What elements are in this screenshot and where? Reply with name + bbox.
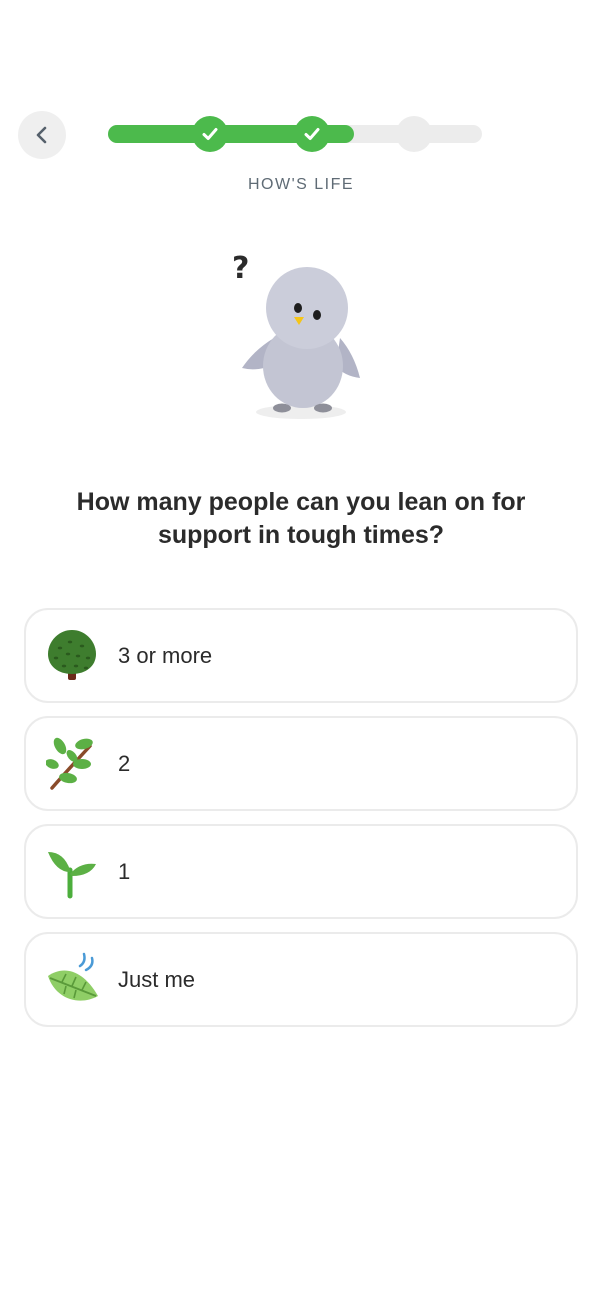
leaf-fluttering-icon: [44, 952, 100, 1008]
option-label: 2: [118, 750, 131, 776]
progress-step-2: [294, 116, 330, 152]
answer-options: 3 or more 2 1 Just me: [24, 608, 578, 1040]
progress-step-1: [192, 116, 228, 152]
chevron-left-icon: [36, 126, 47, 144]
option-just-me[interactable]: Just me: [24, 932, 578, 1027]
back-button[interactable]: [18, 111, 66, 159]
question-mark-glyph: ?: [232, 251, 249, 286]
tree-icon: [44, 628, 100, 684]
branch-icon: [44, 736, 100, 792]
option-label: 3 or more: [118, 642, 213, 668]
sprout-icon: [44, 844, 100, 900]
section-label: HOW'S LIFE: [247, 176, 355, 193]
option-1[interactable]: 1: [24, 824, 578, 919]
checkmark-icon: [304, 128, 320, 140]
question-text: How many people can you lean on for supp…: [76, 488, 526, 549]
penguin-question-icon: ?: [226, 246, 376, 426]
option-label: Just me: [118, 966, 196, 992]
option-2[interactable]: 2: [24, 716, 578, 811]
progress-step-3: [396, 116, 432, 152]
progress-bar: [108, 116, 482, 152]
option-3-or-more[interactable]: 3 or more: [24, 608, 578, 703]
option-label: 1: [118, 858, 131, 884]
checkmark-icon: [202, 128, 218, 140]
